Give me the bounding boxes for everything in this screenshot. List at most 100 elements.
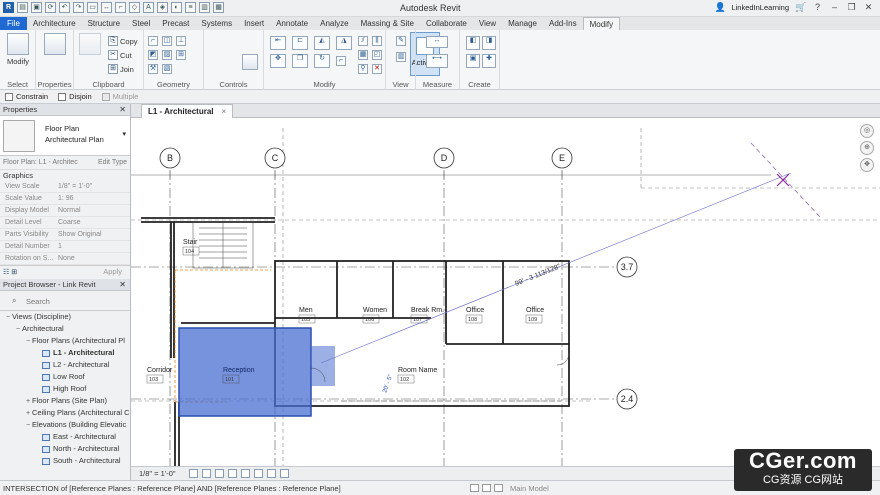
tab-manage[interactable]: Manage bbox=[502, 17, 543, 30]
cut-button[interactable]: ✂ Cut bbox=[108, 50, 132, 60]
browser-item[interactable]: North - Architectural bbox=[0, 443, 130, 455]
copy-button[interactable]: ⎘ Copy bbox=[108, 36, 138, 46]
remove-paint-icon[interactable]: ▧ bbox=[162, 64, 172, 74]
copy-tool-icon[interactable]: ❐ bbox=[292, 54, 308, 68]
browser-item[interactable]: L2 - Architectural bbox=[0, 359, 130, 371]
browser-item[interactable]: − Views (Discipline) bbox=[0, 311, 130, 323]
section-icon[interactable]: ◐ bbox=[171, 2, 182, 13]
tab-insert[interactable]: Insert bbox=[238, 17, 270, 30]
modify-button[interactable]: Modify bbox=[5, 33, 31, 66]
join-geometry-icon[interactable]: ⊞ bbox=[176, 50, 186, 60]
property-row[interactable]: Display Model Normal bbox=[0, 205, 130, 217]
graphics-section[interactable]: Graphics bbox=[0, 170, 130, 181]
room-tag[interactable]: Stair 104 bbox=[182, 239, 200, 256]
tab-analyze[interactable]: Analyze bbox=[314, 17, 354, 30]
delete-icon[interactable]: ✕ bbox=[372, 64, 382, 74]
user-name[interactable]: LinkedInLearning bbox=[731, 3, 789, 12]
browser-item[interactable]: High Roof bbox=[0, 383, 130, 395]
show-crop-icon[interactable] bbox=[254, 469, 263, 478]
close-icon[interactable]: ✕ bbox=[119, 279, 126, 291]
tab-systems[interactable]: Systems bbox=[195, 17, 238, 30]
create-assembly-icon[interactable]: ◧ bbox=[466, 36, 480, 50]
browser-item[interactable]: East - Architectural bbox=[0, 431, 130, 443]
steering-wheel-icon[interactable]: ◎ bbox=[860, 124, 874, 138]
visual-style-icon[interactable] bbox=[202, 469, 211, 478]
edit-type-button[interactable]: Edit Type bbox=[98, 156, 127, 170]
paint-icon[interactable]: ▨ bbox=[162, 50, 172, 60]
tab-steel[interactable]: Steel bbox=[126, 17, 156, 30]
move-tool-icon[interactable]: ✥ bbox=[270, 54, 286, 68]
undo-icon[interactable]: ↶ bbox=[59, 2, 70, 13]
expand-toggle-icon[interactable]: − bbox=[4, 312, 12, 323]
property-row[interactable]: Detail Number 1 bbox=[0, 241, 130, 253]
close-hidden-icon[interactable]: ▥ bbox=[199, 2, 210, 13]
property-value[interactable]: Show Original bbox=[54, 229, 130, 240]
close-icon[interactable]: ✕ bbox=[119, 104, 126, 116]
property-row[interactable]: Rotation on S... None bbox=[0, 253, 130, 265]
property-value[interactable]: 1/8" = 1'-0" bbox=[54, 181, 130, 192]
panel-label-select[interactable]: Select bbox=[0, 80, 35, 89]
apply-button[interactable]: Apply bbox=[103, 267, 122, 276]
crop-view-icon[interactable] bbox=[241, 469, 250, 478]
measure-icon[interactable]: ↔ bbox=[101, 2, 112, 13]
shadows-icon[interactable] bbox=[228, 469, 237, 478]
room-tag[interactable]: Office 109 bbox=[525, 307, 544, 324]
search-input[interactable]: Search bbox=[26, 297, 50, 306]
array-icon[interactable]: ▦ bbox=[358, 50, 368, 60]
floor-plan-drawing[interactable]: B C D E 3.7 2.4 Stair 104 Men 105 Women 106 Break R… bbox=[131, 118, 880, 466]
open-icon[interactable]: ▤ bbox=[17, 2, 28, 13]
property-value[interactable]: 1 bbox=[54, 241, 130, 252]
worksets-icon[interactable] bbox=[470, 484, 479, 492]
pin-icon[interactable]: ⚲ bbox=[358, 64, 368, 74]
grid-bubble-side[interactable]: 3.7 bbox=[616, 256, 638, 278]
editable-only-icon[interactable] bbox=[494, 484, 503, 492]
sun-path-icon[interactable] bbox=[215, 469, 224, 478]
tag-icon[interactable]: ◇ bbox=[129, 2, 140, 13]
mirror-axis-icon[interactable]: ◭ bbox=[314, 36, 330, 50]
design-options-icon[interactable] bbox=[482, 484, 491, 492]
minimize-icon[interactable]: – bbox=[829, 2, 840, 13]
property-row[interactable]: View Scale 1/8" = 1'-0" bbox=[0, 181, 130, 193]
view-tab[interactable]: L1 - Architectural × bbox=[141, 104, 234, 118]
rotate-icon[interactable]: ↻ bbox=[314, 54, 330, 68]
expand-toggle-icon[interactable]: + bbox=[24, 408, 32, 419]
wall-joins-icon[interactable]: ⊥ bbox=[176, 36, 186, 46]
split-gap-icon[interactable]: ⫼ bbox=[372, 36, 382, 46]
property-value[interactable]: Normal bbox=[54, 205, 130, 216]
view-scale[interactable]: 1/8" = 1'-0" bbox=[139, 469, 176, 478]
close-tab-icon[interactable]: × bbox=[222, 107, 227, 116]
zoom-icon[interactable]: ⊕ bbox=[860, 141, 874, 155]
create-parts-icon[interactable]: ◨ bbox=[482, 36, 496, 50]
restore-icon[interactable]: ❐ bbox=[846, 2, 857, 13]
reveal-hidden-icon[interactable] bbox=[280, 469, 289, 478]
join-button[interactable]: ⊞ Join bbox=[108, 64, 134, 74]
user-icon[interactable]: 👤 bbox=[714, 2, 725, 13]
room-tag[interactable]: Women 106 bbox=[362, 307, 387, 324]
tab-architecture[interactable]: Architecture bbox=[27, 17, 82, 30]
browser-search[interactable]: ⌕ Search bbox=[0, 291, 130, 311]
print-icon[interactable]: ▭ bbox=[87, 2, 98, 13]
switch-windows-icon[interactable]: ▦ bbox=[213, 2, 224, 13]
help-icon[interactable]: ? bbox=[812, 2, 823, 13]
tab-structure[interactable]: Structure bbox=[82, 17, 126, 30]
browser-item[interactable]: − Architectural bbox=[0, 323, 130, 335]
expand-toggle-icon[interactable]: + bbox=[24, 396, 32, 407]
properties-button[interactable] bbox=[42, 33, 68, 57]
instance-filter[interactable]: Floor Plan: L1 - Architec Edit Type bbox=[0, 156, 130, 170]
create-group-icon[interactable]: ▣ bbox=[466, 54, 480, 68]
scale-icon[interactable]: ◰ bbox=[372, 50, 382, 60]
property-value[interactable]: 1: 96 bbox=[54, 193, 130, 204]
tab-precast[interactable]: Precast bbox=[156, 17, 195, 30]
properties-help-icon[interactable]: ☷ ⊞ bbox=[3, 268, 17, 276]
pan-icon[interactable]: ✥ bbox=[860, 158, 874, 172]
cart-icon[interactable]: 🛒 bbox=[795, 2, 806, 13]
browser-item[interactable]: L1 - Architectural bbox=[0, 347, 130, 359]
tab-add-ins[interactable]: Add-Ins bbox=[543, 17, 583, 30]
tab-massing-site[interactable]: Massing & Site bbox=[355, 17, 420, 30]
property-row[interactable]: Scale Value 1: 96 bbox=[0, 193, 130, 205]
expand-toggle-icon[interactable]: − bbox=[24, 420, 32, 431]
browser-item[interactable]: − Elevations (Building Elevatic bbox=[0, 419, 130, 431]
measure-between-icon[interactable]: ↔ bbox=[426, 36, 448, 48]
override-icon[interactable]: ▥ bbox=[396, 52, 406, 62]
type-selector[interactable]: Floor Plan Architectural Plan ▾ bbox=[0, 116, 130, 156]
